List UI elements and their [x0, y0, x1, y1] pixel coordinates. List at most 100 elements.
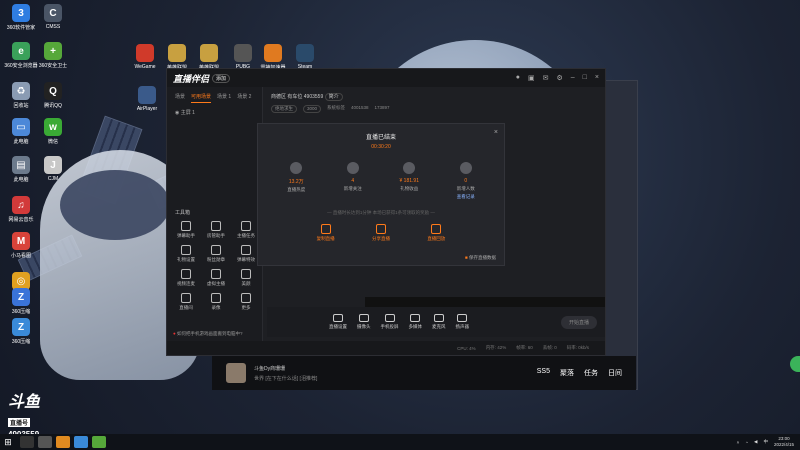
desktop-icon[interactable]: PUBG — [226, 44, 260, 70]
desktop-icon[interactable]: ♻ 回收站 — [4, 82, 38, 109]
eye-icon[interactable]: ◉ — [175, 110, 179, 116]
tool-button[interactable]: 更多 — [231, 293, 261, 311]
taskbar-app-browser[interactable] — [74, 436, 88, 448]
reward-notice: — 直播时长达到1分钟 本场已获得1条可领取的奖励 — — [327, 210, 435, 215]
room-meta-item[interactable]: 3000 — [303, 105, 322, 113]
tool-button[interactable]: 录像 — [201, 293, 231, 311]
app-icon — [200, 44, 218, 62]
desktop-icon[interactable]: Q 腾讯QQ — [36, 82, 70, 109]
scene-item[interactable]: ◉ 主屏 1 — [167, 103, 262, 122]
player-action[interactable]: SS5 — [537, 368, 550, 378]
app-icon: C — [44, 4, 62, 22]
tool-button[interactable]: 粉丝勋章 — [201, 245, 231, 263]
avatar-icon[interactable]: ● — [516, 74, 520, 82]
tool-icon — [211, 269, 221, 279]
avatar[interactable] — [226, 363, 246, 383]
room-meta-item[interactable]: 绝地求生 — [271, 105, 297, 113]
desktop-icon[interactable]: 3 360软件管家 — [4, 4, 38, 31]
clock[interactable]: 23:00 2022/4/15 — [774, 436, 794, 448]
desktop-icon[interactable]: AirPlayer — [130, 86, 164, 112]
desktop-icon[interactable]: ▭ 此电脑 — [4, 118, 38, 145]
desktop-icon[interactable]: e 360安全浏览器 — [4, 42, 38, 69]
status-bar: CPU: 4% 内存: 42% 帧率: 60 丢帧: 0 码率: 0kb/s — [167, 341, 605, 355]
taskbar-app-douyu[interactable] — [56, 436, 70, 448]
stat-label: 新增关注 — [343, 186, 362, 191]
stat-item: ¥ 181.91 礼物收益 — [389, 162, 429, 200]
tool-button[interactable]: 直播间 — [171, 293, 201, 311]
control-button[interactable]: 手机投屏 — [381, 314, 399, 330]
player-action[interactable]: 任务 — [584, 368, 598, 378]
desktop-icon[interactable]: 雷神加速器 — [256, 44, 290, 71]
checkbox-icon[interactable]: ■ — [465, 255, 468, 260]
close-icon[interactable]: × — [494, 129, 498, 136]
control-button[interactable]: 直播设置 — [329, 314, 347, 330]
player-action[interactable]: 聚落 — [560, 368, 574, 378]
desktop-icon[interactable]: M 小马看图 — [4, 232, 38, 259]
search-icon[interactable] — [20, 436, 34, 448]
tool-label: 房管助手 — [207, 233, 225, 238]
tool-label: 视频连麦 — [177, 281, 195, 286]
player-action[interactable]: 日间 — [608, 368, 622, 378]
desktop-icon[interactable]: Z 360压缩 — [4, 318, 38, 345]
task-view-icon[interactable] — [38, 436, 52, 448]
control-button[interactable]: 麦克风 — [432, 314, 446, 330]
dialog-action-button[interactable]: 直播回放 — [427, 224, 445, 242]
dialog-action-button[interactable]: 复制直播 — [317, 224, 335, 242]
tray-up-icon[interactable]: ˄ — [737, 440, 740, 445]
desktop-icon[interactable]: +360安全卫士 — [36, 42, 70, 69]
settings-icon[interactable]: ⚙ — [556, 74, 562, 82]
volume-icon[interactable]: ◀ — [754, 439, 757, 445]
ime-indicator[interactable]: 中 — [763, 439, 768, 445]
control-button[interactable]: 多媒体 — [409, 314, 422, 330]
room-tag[interactable]: 简介 — [324, 93, 343, 101]
control-button[interactable]: 扬声器 — [456, 314, 469, 330]
desktop-icon[interactable]: Steam — [288, 44, 322, 70]
control-icon — [333, 314, 343, 322]
tool-button[interactable]: 弹幕助手 — [171, 221, 201, 239]
tool-label: 礼物设置 — [177, 257, 195, 262]
keep-data-checkbox[interactable]: ■ 保存直播数据 — [465, 255, 496, 261]
sidebar-tip[interactable]: ● 如何把手机游戏画面搬到电脑中? — [173, 331, 243, 337]
desktop-icon[interactable]: w 微信 — [36, 118, 70, 145]
desktop-icon-label: 360压缩 — [11, 339, 31, 345]
tab-scene[interactable]: 场景 — [175, 93, 185, 103]
stat-link[interactable]: 查看记录 — [446, 194, 486, 200]
tool-button[interactable]: 礼物设置 — [171, 245, 201, 263]
desktop-icon[interactable]: Z 360压缩 — [4, 288, 38, 315]
stat-label: 直播热度 — [287, 187, 306, 192]
control-icon — [384, 314, 395, 322]
maximize-icon[interactable]: □ — [583, 74, 587, 82]
status-item: CPU: 4% — [457, 345, 476, 351]
network-icon[interactable]: ◔ — [745, 440, 748, 445]
start-stream-button[interactable]: 开始直播 — [560, 315, 597, 329]
gift-icon[interactable]: ▣ — [528, 74, 535, 82]
app-icon — [136, 44, 154, 62]
room-meta: 绝地求生 3000 系统标签 4001538 173897 — [271, 105, 599, 113]
minimize-icon[interactable]: – — [571, 74, 575, 82]
tool-button[interactable]: 视频连麦 — [171, 269, 201, 287]
desktop-icon[interactable]: ♫ 网易云音乐 — [4, 196, 38, 223]
control-button[interactable]: 摄像头 — [357, 314, 371, 330]
tab-scene-2[interactable]: 场景 2 — [237, 93, 251, 103]
tool-button[interactable]: 房管助手 — [201, 221, 231, 239]
control-bar: 直播设置 摄像头 手机投屏 多媒体 麦克风 扬声器 开始直播 — [267, 307, 605, 337]
desktop-icon[interactable]: C CMSS — [36, 4, 70, 30]
control-label: 直播设置 — [329, 324, 347, 329]
close-icon[interactable]: × — [595, 74, 599, 82]
tool-button[interactable]: 美颜 — [231, 269, 261, 287]
floating-edge-button[interactable] — [790, 356, 800, 372]
desktop-icon[interactable]: 英雄联盟 — [192, 44, 226, 71]
windows-start-icon[interactable]: ⊞ — [0, 434, 16, 450]
desktop-icon[interactable]: ▤ 此电脑 — [4, 156, 38, 183]
app-logo-badge[interactable]: 添加 — [212, 73, 231, 83]
taskbar-app-360[interactable] — [92, 436, 106, 448]
app-icon — [138, 86, 156, 104]
desktop-icon[interactable]: J CJM — [36, 156, 70, 182]
tab-scene-1[interactable]: 场景 1 — [217, 93, 231, 103]
dialog-action-button[interactable]: 分享直播 — [372, 224, 390, 242]
tool-button[interactable]: 虚拟主播 — [201, 269, 231, 287]
desktop-icon[interactable]: 英雄联盟 — [160, 44, 194, 71]
message-icon[interactable]: ✉ — [543, 74, 549, 82]
tab-available-scenes[interactable]: 可用场景 — [191, 93, 212, 103]
desktop-icon[interactable]: WeGame — [128, 44, 162, 70]
